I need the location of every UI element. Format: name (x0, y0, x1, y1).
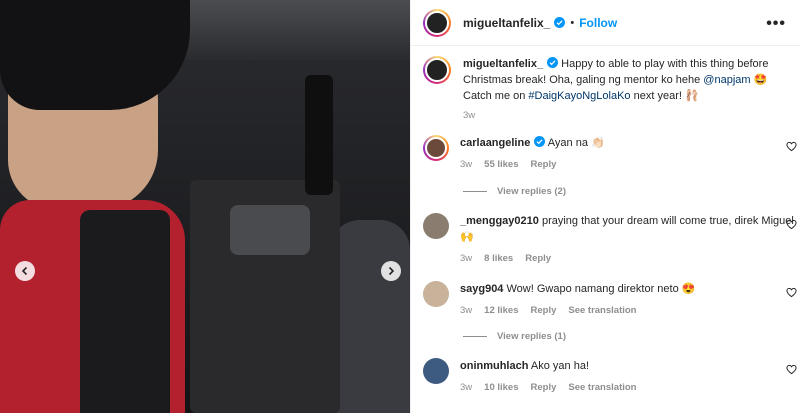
comment-meta: 3w 12 likes Reply See translation (460, 303, 797, 319)
like-heart-icon[interactable] (786, 364, 797, 375)
caption-hashtag[interactable]: #DaigKayoNgLolaKo (528, 90, 630, 102)
comment-body: sayg904 Wow! Gwapo namang direktor neto … (460, 281, 797, 319)
comment-item: sayg904 Wow! Gwapo namang direktor neto … (423, 281, 797, 319)
comment-time[interactable]: 3w (460, 303, 472, 319)
post-caption: migueltanfelix_ Happy to able to play wi… (423, 56, 788, 124)
follow-button[interactable]: Follow (579, 16, 617, 30)
caption-mention[interactable]: @napjam (703, 74, 750, 86)
post-details-panel: migueltanfelix_ • Follow ••• migueltanfe… (410, 0, 800, 413)
comment-reply-button[interactable]: Reply (525, 251, 551, 267)
author-avatar[interactable] (423, 8, 451, 37)
comment-item: _menggay0210 praying that your dream wil… (423, 213, 797, 267)
comment-reply-button[interactable]: Reply (531, 380, 557, 396)
comment-meta: 3w 10 likes Reply See translation (460, 380, 797, 396)
comment-likes[interactable]: 10 likes (484, 380, 518, 396)
comment-time[interactable]: 3w (460, 380, 472, 396)
comment-thread: migueltanfelix_ Happy to able to play wi… (411, 46, 800, 124)
view-replies-line (463, 191, 487, 192)
verified-badge-icon (534, 136, 546, 147)
media-person (0, 0, 220, 413)
comment-avatar[interactable] (423, 358, 449, 384)
comment-text: Ayan na 👏🏻 (547, 137, 605, 149)
like-heart-icon[interactable] (786, 219, 797, 230)
post-header: migueltanfelix_ • Follow ••• (411, 0, 800, 46)
comment-reply-button[interactable]: Reply (531, 157, 557, 173)
more-options-icon[interactable]: ••• (766, 15, 786, 33)
comment-username[interactable]: carlaangeline (460, 137, 530, 149)
view-replies-button[interactable]: View replies (2) (463, 186, 566, 197)
media-camera-rig (230, 205, 310, 255)
author-username[interactable]: migueltanfelix_ (463, 16, 550, 30)
comment-likes[interactable]: 8 likes (484, 251, 513, 267)
comment-likes[interactable]: 12 likes (484, 303, 518, 319)
comment-body: carlaangeline Ayan na 👏🏻 3w 55 likes Rep… (460, 135, 797, 173)
comment-username[interactable]: oninmuhlach (460, 360, 528, 372)
comment-item: oninmuhlach Ako yan ha! 3w 10 likes Repl… (423, 358, 797, 396)
view-replies-label: View replies (1) (497, 331, 566, 342)
comment-text: Wow! Gwapo namang direktor neto 😍 (506, 283, 696, 295)
comment-body: _menggay0210 praying that your dream wil… (460, 213, 797, 267)
comment-username[interactable]: sayg904 (460, 283, 503, 295)
caption-text-3: next year! 🩰 (630, 90, 699, 102)
like-heart-icon[interactable] (786, 141, 797, 152)
like-heart-icon[interactable] (786, 287, 797, 298)
previous-media-button[interactable] (15, 261, 35, 281)
comment-meta: 3w 55 likes Reply (460, 157, 797, 173)
next-media-button[interactable] (381, 261, 401, 281)
media-hair (0, 0, 190, 110)
comment-avatar[interactable] (423, 281, 449, 307)
comment-item: carlaangeline Ayan na 👏🏻 3w 55 likes Rep… (423, 135, 797, 173)
comment-likes[interactable]: 55 likes (484, 157, 518, 173)
media-crowd (330, 220, 410, 413)
caption-author-avatar[interactable] (423, 56, 451, 84)
instagram-post-modal: migueltanfelix_ • Follow ••• migueltanfe… (0, 0, 800, 413)
comment-meta: 3w 8 likes Reply (460, 251, 797, 267)
see-translation-button[interactable]: See translation (568, 380, 636, 396)
caption-time: 3w (463, 110, 476, 121)
comment-time[interactable]: 3w (460, 157, 472, 173)
verified-badge-icon (547, 57, 559, 68)
caption-username[interactable]: migueltanfelix_ (463, 58, 543, 70)
media-monitor (305, 75, 333, 195)
caption-body: migueltanfelix_ Happy to able to play wi… (463, 56, 783, 124)
chevron-left-icon (21, 266, 28, 276)
comment-avatar[interactable] (423, 213, 449, 239)
view-replies-label: View replies (2) (497, 186, 566, 197)
chevron-right-icon (388, 266, 395, 276)
comment-body: oninmuhlach Ako yan ha! 3w 10 likes Repl… (460, 358, 797, 396)
comment-username[interactable]: _menggay0210 (460, 215, 539, 227)
view-replies-line (463, 336, 487, 337)
comment-avatar[interactable] (423, 135, 449, 161)
comment-reply-button[interactable]: Reply (531, 303, 557, 319)
verified-badge-icon (554, 17, 566, 28)
media-vest (80, 210, 170, 413)
post-media[interactable] (0, 0, 410, 413)
view-replies-button[interactable]: View replies (1) (463, 331, 566, 342)
comment-time[interactable]: 3w (460, 251, 472, 267)
header-separator: • (570, 16, 575, 29)
see-translation-button[interactable]: See translation (568, 303, 636, 319)
comment-text: Ako yan ha! (530, 360, 589, 372)
